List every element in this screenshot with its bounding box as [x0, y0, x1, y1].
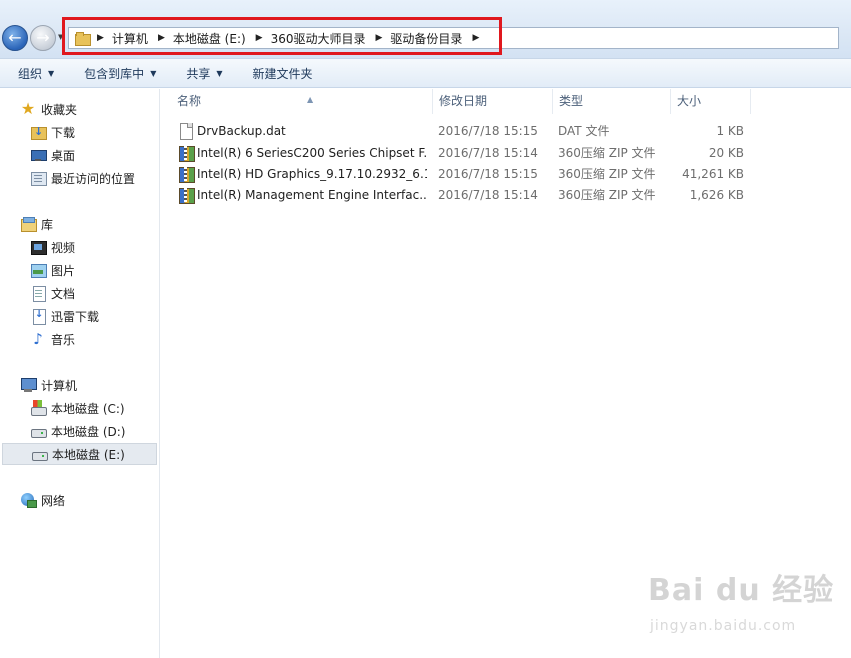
command-toolbar: 组织 ▼ 包含到库中 ▼ 共享 ▼ 新建文件夹: [0, 58, 851, 88]
organize-button[interactable]: 组织 ▼: [0, 58, 66, 88]
include-in-library-button[interactable]: 包含到库中 ▼: [66, 58, 168, 88]
organize-label: 组织: [18, 66, 43, 81]
watermark-logo: Bai du 经验: [648, 573, 835, 608]
column-header-name[interactable]: 名称 ▲: [171, 89, 433, 114]
table-row[interactable]: Intel(R) 6 SeriesC200 Series Chipset F..…: [175, 143, 755, 164]
sidebar-item-drive-d[interactable]: 本地磁盘 (D:): [0, 420, 157, 442]
table-row[interactable]: Intel(R) HD Graphics_9.17.10.2932_6.1...…: [175, 164, 755, 185]
sidebar-item-recent[interactable]: 最近访问的位置: [0, 167, 157, 189]
table-row[interactable]: DrvBackup.dat 2016/7/18 15:15 DAT 文件 1 K…: [175, 121, 755, 142]
forward-button[interactable]: →: [30, 25, 56, 51]
back-arrow-icon: ←: [8, 28, 22, 47]
highlight-box: [62, 17, 502, 55]
column-header-modified[interactable]: 修改日期: [433, 89, 553, 114]
drive-icon: [30, 423, 47, 439]
navigation-pane: ★ 收藏夹 下载 桌面 最近访问的位置 库 视频 图片 文档 迅雷下载 ♪ 音乐…: [0, 89, 160, 658]
sidebar-item-downloads[interactable]: 下载: [0, 121, 157, 143]
chevron-down-icon: ▼: [216, 68, 223, 78]
chevron-down-icon: ▼: [48, 68, 55, 78]
new-folder-button[interactable]: 新建文件夹: [235, 58, 325, 88]
address-bar-area: ← → ▼ ▶ 计算机 ▶ 本地磁盘 (E:) ▶ 360驱动大师目录 ▶ 驱动…: [0, 0, 851, 58]
share-button[interactable]: 共享 ▼: [168, 58, 234, 88]
back-button[interactable]: ←: [2, 25, 28, 51]
chevron-down-icon: ▼: [150, 68, 157, 78]
share-label: 共享: [186, 66, 211, 81]
desktop-icon: [30, 147, 47, 163]
zip-file-icon: [178, 145, 195, 162]
document-icon: [30, 285, 46, 302]
sidebar-item-drive-e[interactable]: 本地磁盘 (E:): [2, 443, 157, 465]
sidebar-item-favorites[interactable]: ★ 收藏夹: [0, 98, 157, 120]
xunlei-download-icon: [30, 308, 46, 325]
sidebar-item-network[interactable]: 网络: [0, 489, 157, 511]
dat-file-icon: [178, 123, 194, 140]
watermark-url: jingyan.baidu.com: [650, 618, 797, 634]
video-icon: [30, 239, 47, 255]
sidebar-item-drive-c[interactable]: 本地磁盘 (C:): [0, 397, 157, 419]
column-header-size[interactable]: 大小: [671, 89, 751, 114]
new-folder-label: 新建文件夹: [252, 66, 313, 81]
download-folder-icon: [30, 124, 47, 140]
sidebar-item-videos[interactable]: 视频: [0, 236, 157, 258]
zip-file-icon: [178, 187, 195, 204]
sidebar-item-music[interactable]: ♪ 音乐: [0, 328, 157, 350]
drive-icon: [31, 446, 48, 462]
column-header-type[interactable]: 类型: [553, 89, 671, 114]
sort-ascending-icon: ▲: [307, 95, 314, 104]
zip-file-icon: [178, 166, 195, 183]
table-row[interactable]: Intel(R) Management Engine Interfac... 2…: [175, 185, 755, 206]
picture-icon: [30, 262, 47, 278]
computer-icon: [20, 377, 37, 393]
sidebar-item-xunlei[interactable]: 迅雷下载: [0, 305, 157, 327]
sidebar-item-libraries[interactable]: 库: [0, 213, 157, 235]
star-icon: ★: [20, 99, 36, 118]
network-icon: [20, 492, 37, 508]
music-icon: ♪: [33, 330, 43, 348]
forward-arrow-icon: →: [36, 28, 50, 47]
include-in-library-label: 包含到库中: [84, 66, 145, 81]
system-drive-icon: [30, 400, 47, 416]
recent-places-icon: [30, 170, 47, 186]
sidebar-item-documents[interactable]: 文档: [0, 282, 157, 304]
library-icon: [20, 216, 37, 232]
sidebar-item-desktop[interactable]: 桌面: [0, 144, 157, 166]
sidebar-item-computer[interactable]: 计算机: [0, 374, 157, 396]
sidebar-item-pictures[interactable]: 图片: [0, 259, 157, 281]
